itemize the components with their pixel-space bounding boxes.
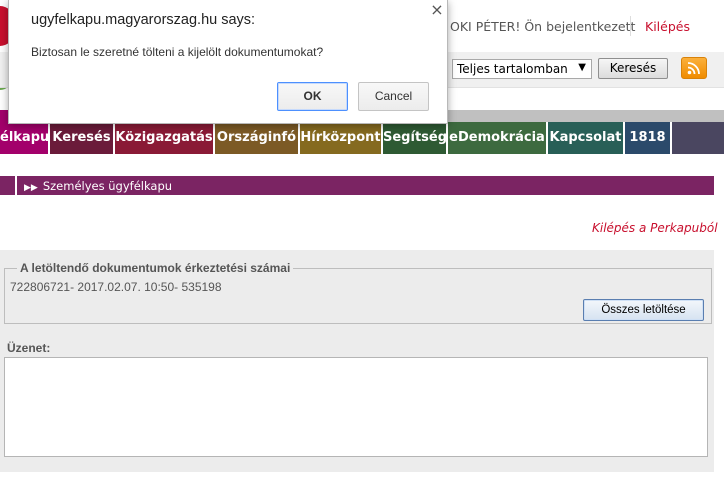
message-label: Üzenet:	[7, 341, 51, 355]
logout-link[interactable]: Kilépés	[645, 19, 690, 34]
exit-perkapu-link[interactable]: Kilépés a Perkapuból	[592, 221, 718, 235]
close-icon[interactable]: ×	[429, 2, 445, 18]
double-chevron-icon: ▶▶	[24, 183, 38, 193]
nav-item[interactable]: eDemokrácia	[448, 122, 548, 154]
dialog-message: Biztosan le szeretné tölteni a kijelölt …	[31, 45, 324, 59]
search-scope-select[interactable]: Teljes tartalomban ▼	[452, 59, 592, 79]
documents-legend: A letöltendő dokumentumok érkeztetési sz…	[17, 261, 294, 275]
dropdown-arrow-icon: ▼	[578, 62, 586, 73]
rss-icon[interactable]	[681, 57, 707, 79]
breadcrumb: ▶▶ Személyes ügyfélkapu	[0, 176, 714, 195]
download-all-button[interactable]: Összes letöltése	[583, 299, 704, 321]
dialog-title: ugyfelkapu.magyarorszag.hu says:	[31, 12, 256, 28]
logged-in-user-text: OKI PÉTER! Ön bejelentkezett	[450, 19, 636, 34]
nav-item[interactable]: élkapu	[0, 122, 50, 154]
nav-item[interactable]: Kapcsolat	[548, 122, 625, 154]
content-panel: A letöltendő dokumentumok érkeztetési sz…	[0, 250, 714, 472]
search-scope-value: Teljes tartalomban	[457, 62, 568, 76]
nav-item[interactable]: 1818	[625, 122, 672, 154]
nav-item[interactable]: Közigazgatás	[115, 122, 215, 154]
document-number: 722806721- 2017.02.07. 10:50- 535198	[10, 280, 222, 294]
nav-filler	[672, 122, 724, 154]
message-textarea[interactable]	[4, 357, 708, 457]
ok-button[interactable]: OK	[277, 82, 348, 111]
main-nav: élkapu Keresés Közigazgatás Országinfó Hírkö…	[0, 122, 724, 154]
header-divider	[630, 16, 631, 36]
search-button[interactable]: Keresés	[598, 58, 668, 79]
nav-item[interactable]: Hírközpont	[300, 122, 383, 154]
nav-item[interactable]: Keresés	[50, 122, 115, 154]
cancel-button[interactable]: Cancel	[358, 82, 429, 111]
nav-item[interactable]: Segítség	[383, 122, 448, 154]
nav-item[interactable]: Országinfó	[215, 122, 300, 154]
breadcrumb-item[interactable]: ▶▶ Személyes ügyfélkapu	[24, 179, 172, 193]
confirm-dialog: ugyfelkapu.magyarorszag.hu says: × Bizto…	[8, 0, 448, 124]
